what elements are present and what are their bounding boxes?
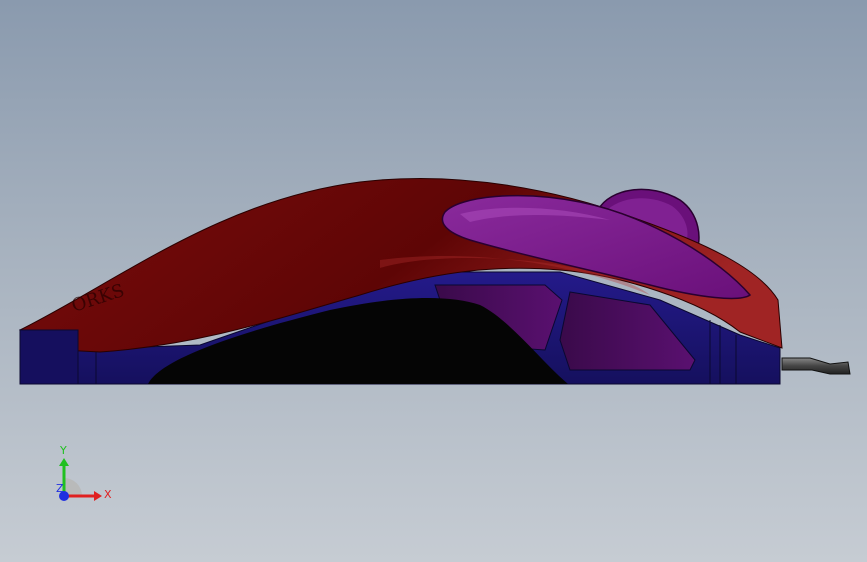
mouse-cable: [781, 357, 851, 375]
front-base-edge: [19, 329, 79, 385]
mouse-model[interactable]: ORKS: [0, 0, 867, 562]
x-axis-label: X: [104, 488, 112, 501]
graphics-viewport[interactable]: ORKS X Y Z: [0, 0, 867, 562]
y-axis-arrow: [59, 458, 69, 466]
z-axis-label: Z: [56, 482, 64, 495]
coordinate-triad[interactable]: X Y Z: [48, 440, 118, 510]
x-axis-arrow: [94, 491, 102, 501]
y-axis-label: Y: [59, 444, 67, 457]
